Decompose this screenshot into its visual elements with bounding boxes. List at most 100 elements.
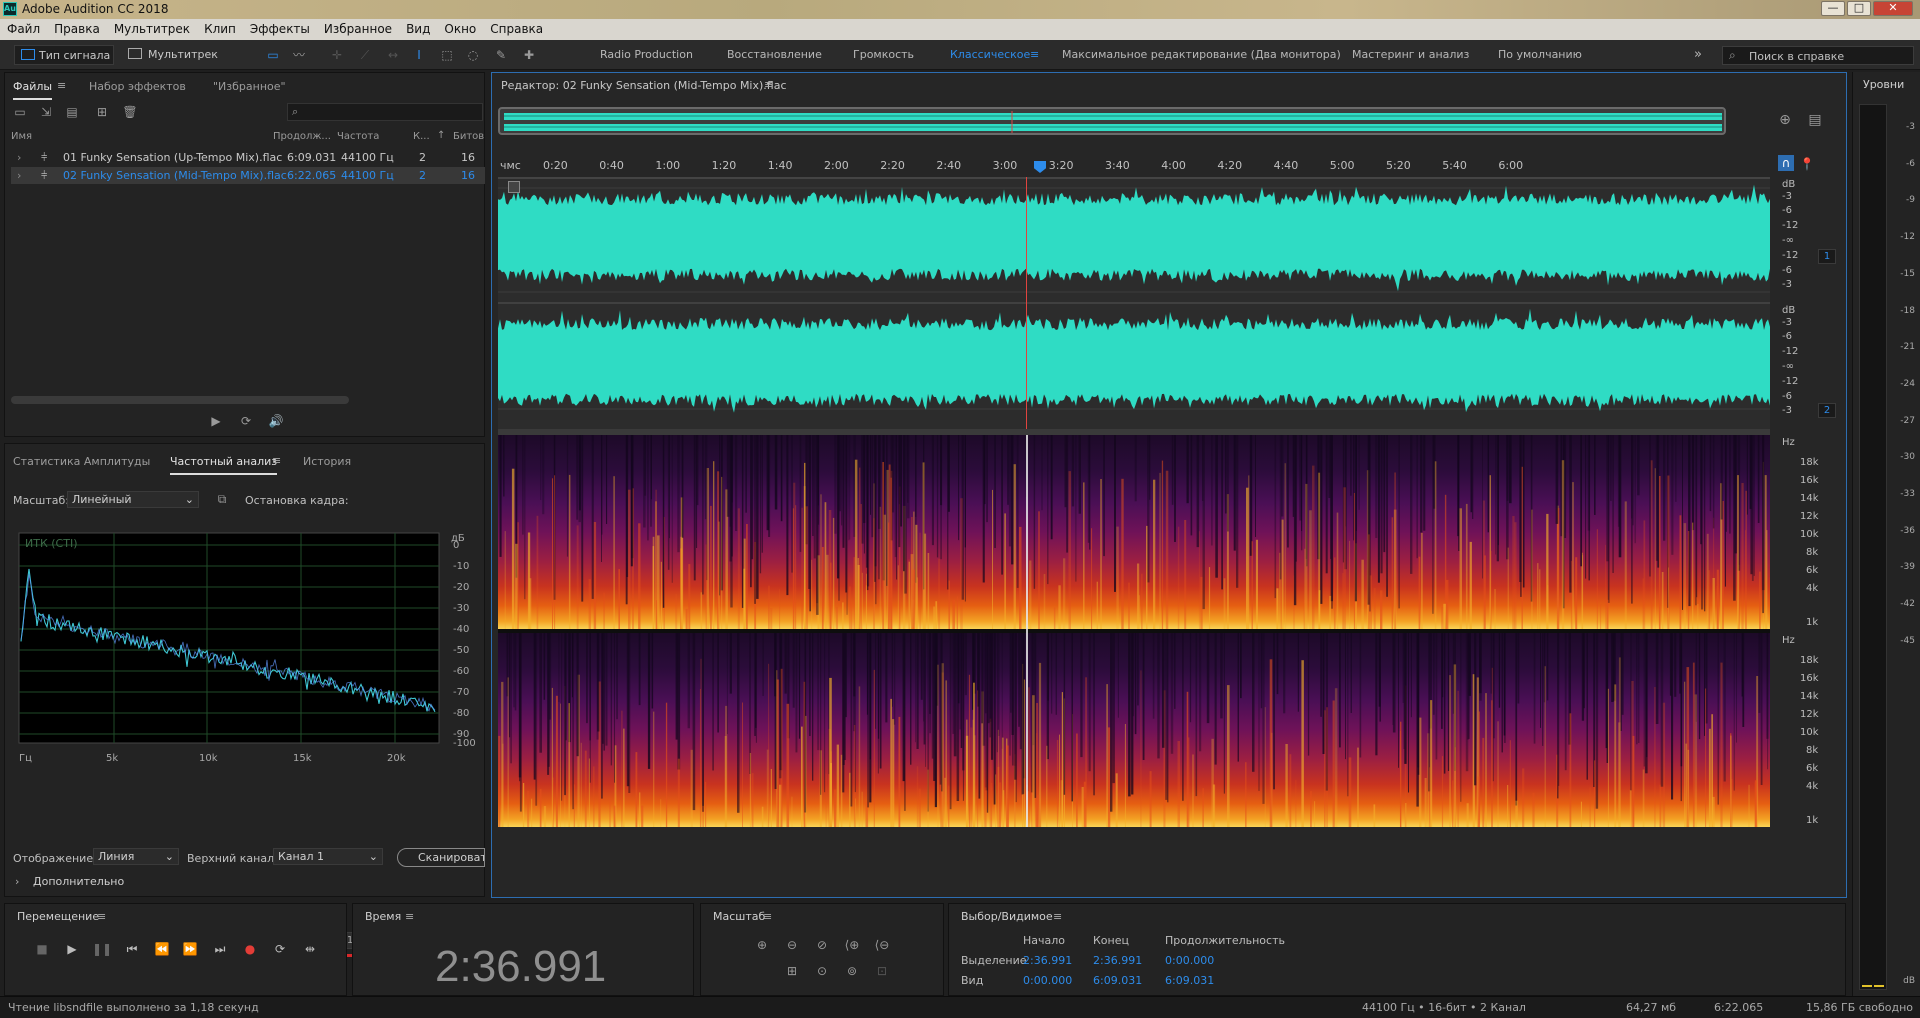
tab-favorites[interactable]: "Избранное" bbox=[213, 80, 286, 93]
menu-view[interactable]: Вид bbox=[399, 19, 437, 36]
workspace-default[interactable]: По умолчанию bbox=[1498, 45, 1582, 65]
time-ruler[interactable]: чмс 0:20 0:40 1:00 1:20 1:40 2:00 2:20 2:40 3:00… bbox=[498, 155, 1770, 175]
help-search-box[interactable]: ⌕ Поиск в справке bbox=[1722, 46, 1914, 65]
menu-effects[interactable]: Эффекты bbox=[243, 19, 317, 36]
menu-help[interactable]: Справка bbox=[483, 19, 550, 36]
minimize-button[interactable]: — bbox=[1821, 1, 1845, 16]
file-row[interactable]: › ⫩ 01 Funky Sensation (Up-Tempo Mix).fl… bbox=[11, 149, 485, 166]
analysis-panel-menu-icon[interactable]: ≡ bbox=[272, 454, 281, 467]
fast-forward-icon[interactable]: ⏩ bbox=[179, 940, 201, 958]
transport-menu-icon[interactable]: ≡ bbox=[97, 910, 106, 923]
workspace-restoration[interactable]: Восстановление bbox=[727, 45, 822, 65]
zoom-out-point-icon[interactable]: ⊚ bbox=[843, 962, 861, 980]
zoom-out-amplitude-icon[interactable]: ⊖ bbox=[783, 936, 801, 954]
menu-multitrack[interactable]: Мультитрек bbox=[107, 19, 197, 36]
new-file-icon[interactable]: ▤ bbox=[63, 103, 81, 121]
maximize-button[interactable]: □ bbox=[1847, 1, 1871, 16]
files-horizontal-scrollbar[interactable] bbox=[11, 396, 349, 404]
menu-favorites[interactable]: Избранное bbox=[317, 19, 399, 36]
move-tool-icon[interactable]: ✛ bbox=[328, 46, 346, 64]
razor-tool-icon[interactable]: ⟋ bbox=[356, 46, 374, 64]
more-workspaces-button[interactable]: » bbox=[1694, 45, 1702, 65]
preview-autoplay-icon[interactable]: 🔊 bbox=[267, 412, 285, 430]
zoom-reset-icon[interactable]: ⊡ bbox=[873, 962, 891, 980]
slip-tool-icon[interactable]: ↔ bbox=[384, 46, 402, 64]
marker-pin-icon[interactable]: 📍 bbox=[1798, 155, 1816, 173]
open-file-icon[interactable]: ▭ bbox=[11, 103, 29, 121]
zoom-in-amplitude-icon[interactable]: ⊕ bbox=[753, 936, 771, 954]
menu-edit[interactable]: Правка bbox=[47, 19, 107, 36]
selection-start[interactable]: 2:36.991 bbox=[1023, 954, 1072, 967]
spectral-display-icon[interactable]: ▭ bbox=[264, 46, 282, 64]
selection-menu-icon[interactable]: ≡ bbox=[1053, 910, 1062, 923]
scale-dropdown[interactable]: Линейный ⌄ bbox=[67, 491, 199, 508]
files-search-input[interactable]: ⌕ bbox=[287, 103, 483, 121]
channel-2-badge[interactable]: 2 bbox=[1818, 403, 1836, 418]
lasso-tool-icon[interactable]: ◌ bbox=[464, 46, 482, 64]
preview-play-icon[interactable]: ▶ bbox=[207, 412, 225, 430]
zoom-out-time-icon[interactable]: ⟨⊖ bbox=[873, 936, 891, 954]
loop-playback-icon[interactable]: ⟳ bbox=[269, 940, 291, 958]
freeze-frame-icon[interactable]: ⧉ bbox=[213, 490, 231, 508]
expand-arrow-icon[interactable]: › bbox=[17, 149, 21, 166]
tab-history[interactable]: История bbox=[303, 455, 351, 468]
waveform-area[interactable] bbox=[498, 177, 1770, 429]
zoom-out-full-icon[interactable]: ⊘ bbox=[813, 936, 831, 954]
scan-button[interactable]: Сканировать bbox=[397, 848, 485, 867]
stop-icon[interactable]: ■ bbox=[31, 940, 53, 958]
tab-frequency-analysis[interactable]: Частотный анализ bbox=[170, 455, 278, 475]
rewind-icon[interactable]: ⏪ bbox=[151, 940, 173, 958]
menu-clip[interactable]: Клип bbox=[197, 19, 243, 36]
view-duration[interactable]: 6:09.031 bbox=[1165, 974, 1214, 987]
zoom-full-icon[interactable]: ⊕ bbox=[1776, 111, 1794, 129]
spectrogram-area[interactable] bbox=[498, 435, 1770, 827]
delete-file-icon[interactable]: 🗑 bbox=[121, 103, 139, 121]
selection-duration[interactable]: 0:00.000 bbox=[1165, 954, 1214, 967]
multitrack-view-button[interactable]: Мультитрек bbox=[122, 45, 222, 65]
workspace-loudness[interactable]: Громкость bbox=[853, 45, 914, 65]
import-file-icon[interactable]: ⇲ bbox=[37, 103, 55, 121]
zoom-in-time-icon[interactable]: ⟨⊕ bbox=[843, 936, 861, 954]
file-row-selected[interactable]: › ⫩ 02 Funky Sensation (Mid-Tempo Mix).f… bbox=[11, 167, 485, 184]
workspace-classic[interactable]: Классическое bbox=[950, 45, 1030, 65]
tab-files[interactable]: Файлы bbox=[13, 80, 53, 100]
skip-to-end-icon[interactable]: ⏭ bbox=[209, 940, 231, 958]
brush-tool-icon[interactable]: ✎ bbox=[492, 46, 510, 64]
channel-dropdown[interactable]: Канал 1 ⌄ bbox=[273, 848, 383, 865]
column-name[interactable]: Имя bbox=[11, 131, 32, 142]
close-button[interactable]: ✕ bbox=[1873, 1, 1913, 16]
snap-icon[interactable]: ∩ bbox=[1778, 155, 1794, 171]
column-channels[interactable]: К... bbox=[413, 131, 430, 142]
insert-multitrack-icon[interactable]: ⊞ bbox=[93, 103, 111, 121]
view-end[interactable]: 6:09.031 bbox=[1093, 974, 1142, 987]
marquee-tool-icon[interactable]: ⬚ bbox=[438, 46, 456, 64]
selection-end[interactable]: 2:36.991 bbox=[1093, 954, 1142, 967]
display-dropdown[interactable]: Линия ⌄ bbox=[93, 848, 179, 865]
expand-arrow-icon[interactable]: › bbox=[17, 167, 21, 184]
tab-amplitude-stats[interactable]: Статистика Амплитуды bbox=[13, 455, 150, 468]
tab-effects-rack[interactable]: Набор эффектов bbox=[89, 80, 186, 93]
healing-tool-icon[interactable]: ✚ bbox=[520, 46, 538, 64]
zoom-in-point-icon[interactable]: ⊙ bbox=[813, 962, 831, 980]
time-menu-icon[interactable]: ≡ bbox=[405, 910, 414, 923]
column-rate[interactable]: Частота bbox=[337, 131, 379, 142]
column-bits[interactable]: Битов bbox=[453, 131, 484, 142]
menu-window[interactable]: Окно bbox=[437, 19, 483, 36]
time-selection-tool-icon[interactable]: I bbox=[410, 46, 428, 64]
column-duration[interactable]: Продолж... bbox=[273, 131, 331, 142]
skip-selection-icon[interactable]: ⇹ bbox=[299, 940, 321, 958]
pause-icon[interactable]: ❚❚ bbox=[91, 940, 113, 958]
zoom-selection-icon[interactable]: ⊞ bbox=[783, 962, 801, 980]
menu-file[interactable]: Файл bbox=[0, 19, 47, 36]
editor-menu-icon[interactable]: ≡ bbox=[764, 78, 773, 91]
skip-to-start-icon[interactable]: ⏮ bbox=[121, 940, 143, 958]
workspace-mastering[interactable]: Мастеринг и анализ bbox=[1352, 45, 1469, 65]
zoom-menu-icon[interactable]: ≡ bbox=[763, 910, 772, 923]
view-start[interactable]: 0:00.000 bbox=[1023, 974, 1072, 987]
preview-loop-icon[interactable]: ⟳ bbox=[237, 412, 255, 430]
workspace-radio-production[interactable]: Radio Production bbox=[600, 45, 693, 65]
overview-bar[interactable] bbox=[498, 107, 1726, 135]
overview-toggle-icon[interactable]: ▤ bbox=[1806, 111, 1824, 129]
hud-icon[interactable] bbox=[508, 181, 520, 193]
waveform-view-button[interactable]: Тип сигнала bbox=[14, 45, 114, 65]
